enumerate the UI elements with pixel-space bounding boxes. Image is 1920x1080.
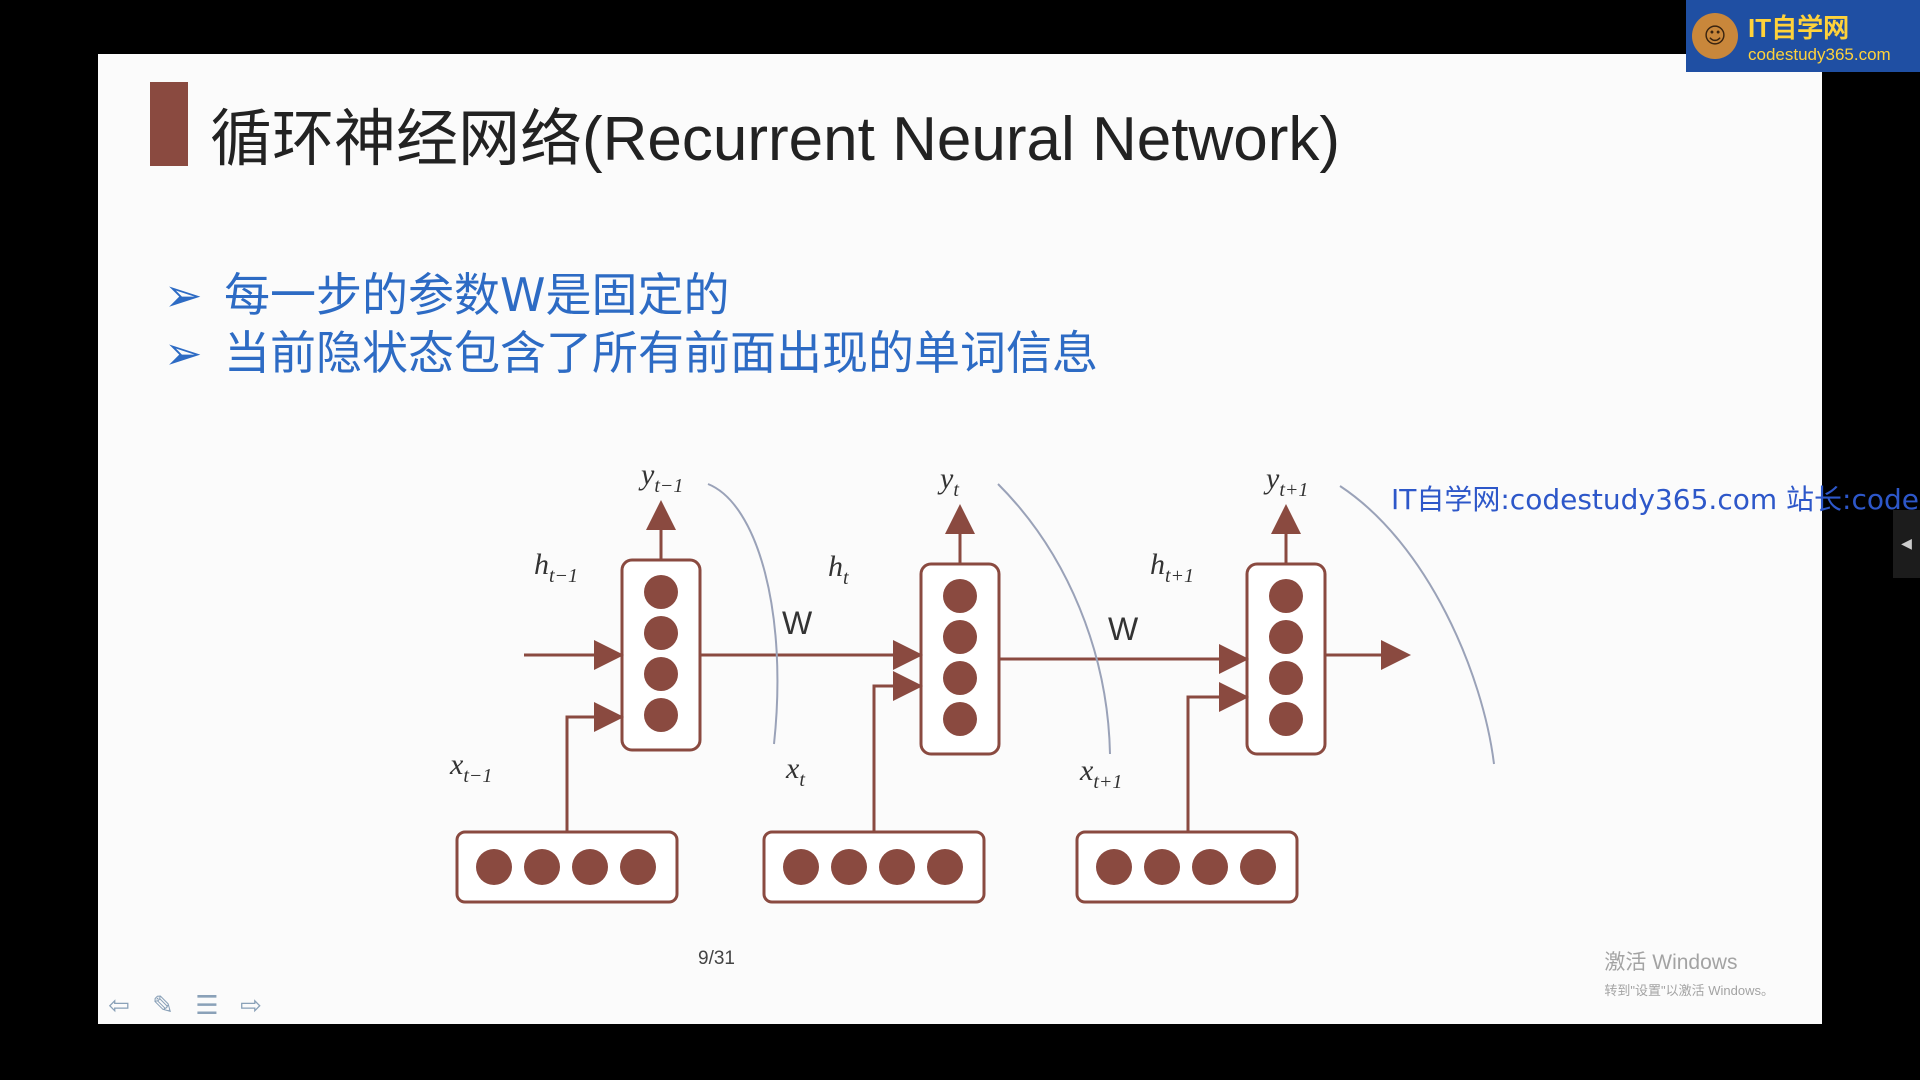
- y-label-1: yt−1: [638, 458, 683, 497]
- annotation-curve-3: [1339, 485, 1495, 765]
- arrow-right-icon[interactable]: ⇨: [232, 991, 270, 1021]
- side-panel-toggle[interactable]: ◀: [1893, 510, 1920, 578]
- y-label-3: yt+1: [1263, 462, 1308, 501]
- x-arrow-1: [565, 702, 624, 832]
- slide: 循环神经网络(Recurrent Neural Network) ➢ 每一步的参数…: [98, 54, 1822, 1024]
- menu-icon[interactable]: ☰: [188, 991, 226, 1021]
- x-label-3: xt+1: [1079, 754, 1122, 793]
- logo-line-1: IT自学网: [1748, 12, 1850, 43]
- logo-line-2: codestudy365.com: [1748, 44, 1891, 64]
- slide-nav-toolbar: ⇦ ✎ ☰ ⇨: [100, 988, 270, 1024]
- annotation-curve-1: [707, 483, 779, 745]
- h-label-3: ht+1: [1150, 548, 1194, 587]
- arrow-left-icon[interactable]: ⇦: [100, 991, 138, 1021]
- windows-activation-watermark: 激活 Windows 转到"设置"以激活 Windows。: [1604, 946, 1774, 999]
- chevron-left-icon: ◀: [1901, 536, 1912, 552]
- site-overlay-text: IT自学网:codestudy365.com 站长:codep: [1391, 483, 1920, 516]
- weight-label-2: W: [1108, 611, 1139, 647]
- input-vector-2: [762, 830, 986, 904]
- x-label-1: xt−1: [449, 748, 492, 787]
- hidden-cell-1: [620, 558, 702, 752]
- hidden-cell-2: [919, 562, 1001, 756]
- x-arrow-2: [872, 671, 923, 832]
- hidden-cell-3: [1245, 562, 1327, 756]
- x-arrow-3: [1186, 682, 1249, 832]
- page-number: 9/31: [698, 948, 735, 969]
- h-label-2: ht: [828, 550, 849, 589]
- pen-icon[interactable]: ✎: [144, 991, 182, 1021]
- watermark-line-2: 转到"设置"以激活 Windows。: [1604, 983, 1774, 998]
- annotation-curve-2: [997, 483, 1111, 755]
- x-label-2: xt: [785, 752, 805, 791]
- site-logo: ☺ IT自学网 codestudy365.com: [1686, 0, 1920, 72]
- input-vector-3: [1075, 830, 1299, 904]
- y-label-2: yt: [937, 462, 959, 501]
- watermark-line-1: 激活 Windows: [1604, 951, 1738, 974]
- weight-label-1: W: [782, 605, 813, 641]
- rnn-diagram: yt−1 yt yt+1 ht−1 ht ht+1 xt−1 xt xt+1 W…: [449, 458, 1495, 904]
- input-vector-1: [455, 830, 679, 904]
- h-label-1: ht−1: [534, 548, 578, 587]
- monkey-logo-icon: ☺: [1692, 13, 1738, 59]
